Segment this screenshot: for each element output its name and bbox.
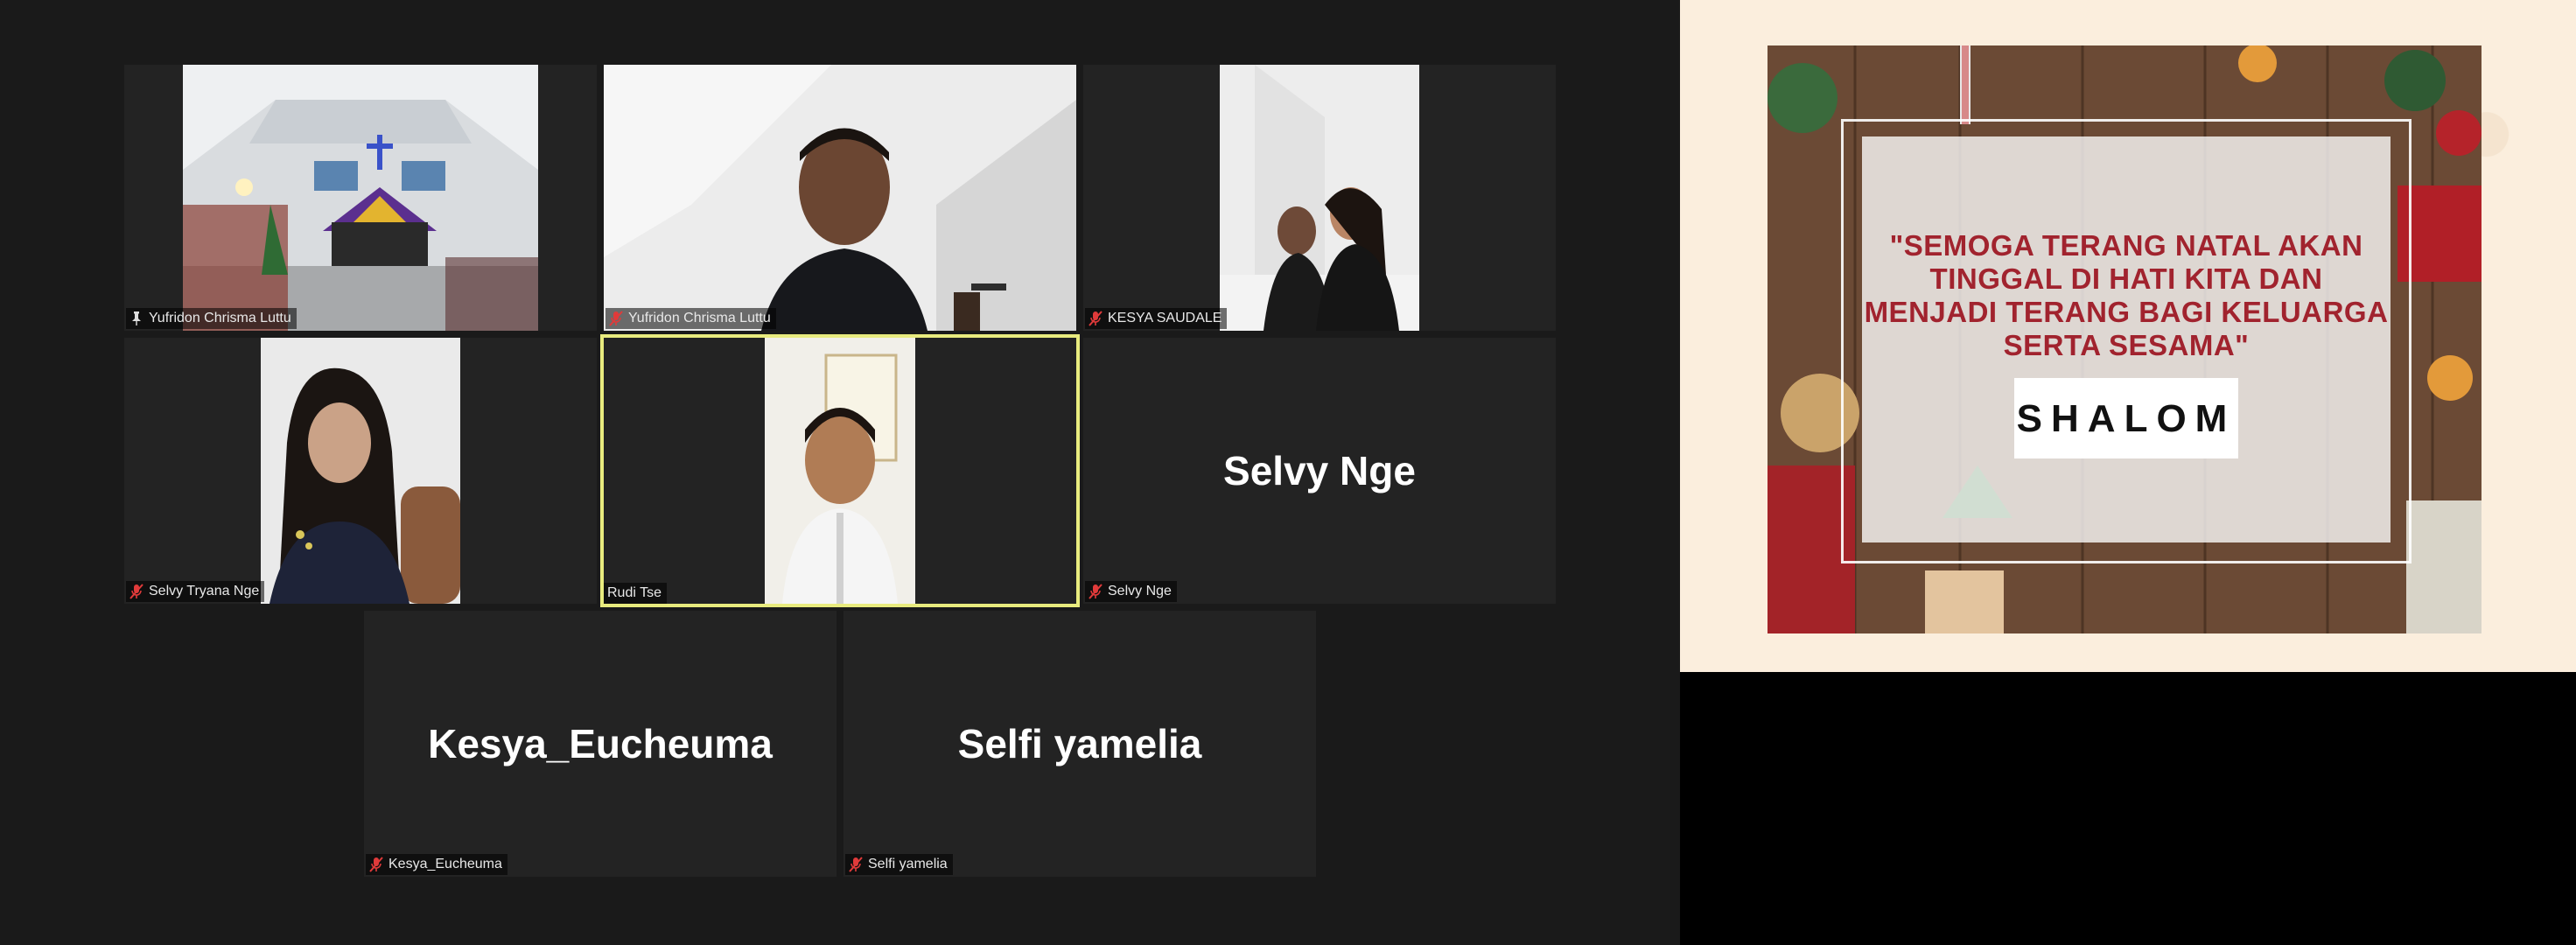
video-gallery: Yufridon Chrisma Luttu Yufridon Chrisma … bbox=[0, 0, 1680, 945]
participant-name: Yufridon Chrisma Luttu bbox=[149, 311, 291, 326]
participant-tile[interactable]: Yufridon Chrisma Luttu bbox=[604, 65, 1076, 331]
shared-screen: "SEMOGA TERANG NATAL AKAN TINGGAL DI HAT… bbox=[1680, 0, 2576, 672]
participant-nametag: Selfi yamelia bbox=[845, 854, 953, 875]
participant-name: Selvy Nge bbox=[1108, 584, 1172, 598]
video-feed bbox=[604, 65, 1076, 331]
participant-tile[interactable]: Selvy Tryana Nge bbox=[124, 338, 597, 604]
participant-tile[interactable]: Selfi yamelia Selfi yamelia bbox=[844, 611, 1316, 877]
mic-muted-icon bbox=[369, 857, 383, 872]
mic-muted-icon bbox=[1088, 311, 1102, 326]
participant-display-name: Selvy Nge bbox=[1223, 448, 1416, 494]
mic-muted-icon bbox=[130, 584, 144, 599]
participant-tile[interactable]: Kesya_Eucheuma Kesya_Eucheuma bbox=[364, 611, 836, 877]
participant-name: Selfi yamelia bbox=[868, 857, 948, 872]
video-feed bbox=[183, 65, 538, 331]
participant-display-name: Selfi yamelia bbox=[957, 721, 1202, 766]
christmas-quote: "SEMOGA TERANG NATAL AKAN TINGGAL DI HAT… bbox=[1864, 229, 2389, 361]
mic-muted-icon bbox=[1088, 584, 1102, 599]
participant-nametag: Selvy Tryana Nge bbox=[126, 581, 265, 602]
greeting-text: SHALOM bbox=[2016, 397, 2236, 440]
participant-tile-active-speaker[interactable]: Rudi Tse bbox=[600, 334, 1080, 607]
participant-tile[interactable]: Selvy Nge Selvy Nge bbox=[1083, 338, 1556, 604]
participant-name: KESYA SAUDALE bbox=[1108, 311, 1222, 326]
participant-name: Yufridon Chrisma Luttu bbox=[628, 311, 771, 326]
christmas-slide: "SEMOGA TERANG NATAL AKAN TINGGAL DI HAT… bbox=[1768, 46, 2482, 634]
video-feed bbox=[1220, 65, 1419, 331]
participant-display-name: Kesya_Eucheuma bbox=[428, 721, 773, 766]
participant-nametag: Selvy Nge bbox=[1085, 581, 1177, 602]
greeting-box: SHALOM bbox=[2014, 378, 2238, 458]
participant-nametag: Rudi Tse bbox=[604, 583, 667, 604]
participant-name: Rudi Tse bbox=[607, 585, 662, 600]
participant-name: Kesya_Eucheuma bbox=[388, 857, 502, 872]
participant-name: Selvy Tryana Nge bbox=[149, 584, 260, 598]
pin-icon bbox=[130, 311, 144, 326]
participant-nametag: KESYA SAUDALE bbox=[1085, 308, 1228, 329]
participant-nametag: Yufridon Chrisma Luttu bbox=[606, 308, 776, 329]
mic-muted-icon bbox=[609, 311, 623, 326]
participant-nametag: Yufridon Chrisma Luttu bbox=[126, 308, 297, 329]
video-feed bbox=[261, 338, 460, 604]
participant-nametag: Kesya_Eucheuma bbox=[366, 854, 508, 875]
participant-tile[interactable]: Yufridon Chrisma Luttu bbox=[124, 65, 597, 331]
participant-tile[interactable]: KESYA SAUDALE bbox=[1083, 65, 1556, 331]
video-feed bbox=[765, 338, 915, 604]
mic-muted-icon bbox=[849, 857, 863, 872]
